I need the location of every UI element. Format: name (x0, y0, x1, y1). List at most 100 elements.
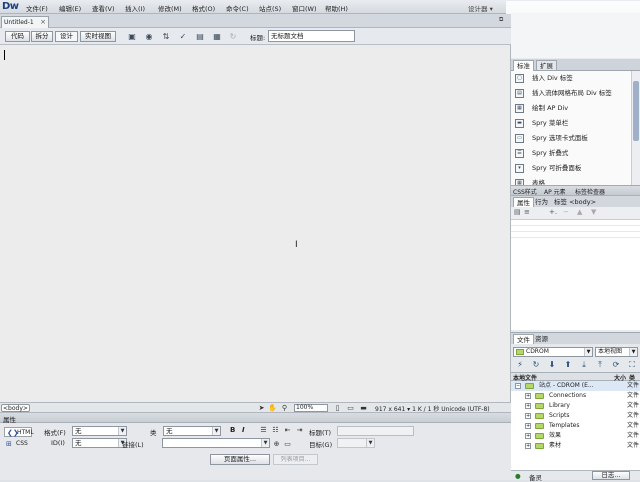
scrollbar-thumb[interactable] (633, 81, 639, 141)
expand-icon[interactable]: + (525, 433, 531, 439)
list-item-button[interactable]: 列表项目... (273, 454, 318, 465)
inspect-icon[interactable]: ▦ (211, 32, 223, 41)
unordered-list-icon[interactable]: ☰ (259, 426, 268, 434)
properties-header[interactable]: 属性 (0, 413, 511, 424)
multiscreen-icon[interactable]: ▣ (126, 32, 138, 41)
refresh-icon[interactable]: ↻ (227, 32, 239, 41)
html-properties-tab[interactable]: ❮❯ HTML (4, 427, 34, 437)
table-item[interactable]: ▦ 表格 (511, 176, 630, 185)
move-down-icon[interactable]: ▼ (591, 208, 596, 216)
folder-row[interactable]: + Connections 文件 (511, 391, 640, 401)
draw-ap-div-item[interactable]: ▦ 绘制 AP Div (511, 101, 630, 116)
class-select[interactable]: 无 ▼ (163, 426, 221, 436)
zoom-tool-icon[interactable]: ⚲ (280, 404, 289, 412)
menu-commands[interactable]: 命令(C) (226, 3, 249, 13)
ordered-list-icon[interactable]: ☷ (271, 426, 280, 434)
file-management-icon[interactable]: ⇅ (160, 32, 172, 41)
expand-icon[interactable]: + (525, 393, 531, 399)
menu-insert[interactable]: 插入(I) (125, 3, 145, 13)
preview-browser-icon[interactable]: ◉ (143, 32, 155, 41)
insert-div-item[interactable]: ▢ 插入 Div 标签 (511, 71, 630, 86)
log-button[interactable]: 日志... (592, 471, 630, 480)
tablet-size-icon[interactable]: ▭ (346, 404, 355, 412)
add-behavior-icon[interactable]: +. (549, 208, 557, 216)
split-view-button[interactable]: 拆分 (31, 31, 53, 42)
expand-icon[interactable]: + (525, 443, 531, 449)
point-to-file-icon[interactable]: ⊕ (272, 440, 281, 448)
spry-collapsible-item[interactable]: ▾ Spry 可折叠面板 (511, 161, 630, 176)
folder-row[interactable]: + Templates 文件 (511, 421, 640, 431)
browse-folder-icon[interactable]: ▭ (283, 440, 292, 448)
site-select[interactable]: CDROM ▼ (513, 347, 593, 357)
mobile-size-icon[interactable]: ▯ (333, 404, 342, 412)
italic-button[interactable]: I (242, 426, 245, 434)
expand-icon[interactable]: ⛶ (627, 360, 637, 370)
list-view-icon[interactable]: ≡ (524, 208, 530, 216)
insert-panel-scrollbar[interactable] (631, 71, 640, 185)
chevron-down-icon: ▼ (629, 348, 637, 356)
page-properties-button[interactable]: 页面属性... (210, 454, 270, 465)
id-select[interactable]: 无 ▼ (72, 438, 127, 448)
tab-extended[interactable]: 扩展 (536, 60, 557, 71)
folder-row[interactable]: + 素材 文件 (511, 441, 640, 451)
spry-tabbed-panels-item[interactable]: ▭ Spry 选项卡式面板 (511, 131, 630, 146)
title-attr-input[interactable] (337, 426, 414, 436)
sync-icon[interactable]: ⟳ (611, 360, 621, 370)
menu-site[interactable]: 站点(S) (259, 3, 281, 13)
document-tab[interactable]: Untitled-1 × (1, 16, 49, 28)
bold-button[interactable]: B (230, 426, 235, 434)
live-view-button[interactable]: 实时视图 (80, 31, 116, 42)
view-select[interactable]: 本地视图 ▼ (595, 347, 638, 357)
put-files-icon[interactable]: ⬆ (563, 360, 573, 370)
folder-row[interactable]: + Scripts 文件 (511, 411, 640, 421)
menu-view[interactable]: 查看(V) (92, 3, 115, 13)
menu-help[interactable]: 帮助(H) (325, 3, 348, 13)
zoom-select[interactable]: 100% (294, 404, 328, 412)
menu-modify[interactable]: 修改(M) (158, 3, 182, 13)
expand-icon[interactable]: + (525, 413, 531, 419)
expand-icon[interactable]: + (525, 403, 531, 409)
validate-icon[interactable]: ✓ (177, 32, 189, 41)
close-icon[interactable]: × (40, 18, 46, 26)
check-in-icon[interactable]: ⤒ (595, 360, 605, 370)
menu-file[interactable]: 文件(F) (26, 3, 48, 13)
menu-format[interactable]: 格式(O) (192, 3, 215, 13)
desktop-size-icon[interactable]: ▬ (359, 404, 368, 412)
connect-icon[interactable]: ⚡ (515, 360, 525, 370)
outdent-icon[interactable]: ⇤ (283, 426, 292, 434)
menu-window[interactable]: 窗口(W) (292, 3, 317, 13)
visual-aids-icon[interactable]: ▤ (194, 32, 206, 41)
restore-icon[interactable]: ⧉ (499, 16, 503, 24)
tag-selector[interactable]: <body> (1, 404, 30, 412)
link-label: 链接(L) (122, 441, 144, 449)
remove-behavior-icon[interactable]: − (563, 208, 569, 216)
hand-tool-icon[interactable]: ✋ (268, 404, 277, 412)
folder-row[interactable]: + Library 文件 (511, 401, 640, 411)
move-up-icon[interactable]: ▲ (577, 208, 582, 216)
collapse-icon[interactable]: − (515, 383, 521, 389)
select-tool-icon[interactable]: ➤ (257, 404, 266, 412)
check-out-icon[interactable]: ⤓ (579, 360, 589, 370)
indent-icon[interactable]: ⇥ (295, 426, 304, 434)
folder-icon (535, 433, 544, 439)
target-select[interactable]: ▼ (337, 438, 375, 448)
document-title-input[interactable]: 无标题文档 (268, 30, 355, 42)
spry-accordion-item[interactable]: ☰ Spry 折叠式 (511, 146, 630, 161)
expand-icon[interactable]: + (525, 423, 531, 429)
link-input[interactable]: ▼ (162, 438, 270, 448)
design-view-button[interactable]: 设计 (55, 31, 78, 42)
tab-standard[interactable]: 标准 (513, 60, 534, 71)
site-root-row[interactable]: − 站点 - CDROM (E... 文件 (511, 381, 640, 391)
folder-row[interactable]: + 效果 文件 (511, 431, 640, 441)
code-view-button[interactable]: 代码 (5, 31, 30, 42)
format-select[interactable]: 无 ▼ (72, 426, 127, 436)
workspace-switcher[interactable]: 设计器 ▾ (468, 3, 493, 13)
get-files-icon[interactable]: ⬇ (547, 360, 557, 370)
category-view-icon[interactable]: ▤ (514, 208, 521, 216)
menu-edit[interactable]: 编辑(E) (59, 3, 81, 13)
spry-menubar-item[interactable]: ▬ Spry 菜单栏 (511, 116, 630, 131)
design-canvas[interactable]: I (0, 45, 511, 402)
insert-fluid-div-item[interactable]: ▤ 插入流体网格布局 Div 标签 (511, 86, 630, 101)
refresh-icon[interactable]: ↻ (531, 360, 541, 370)
css-properties-tab[interactable]: ⊞ CSS (4, 439, 32, 449)
